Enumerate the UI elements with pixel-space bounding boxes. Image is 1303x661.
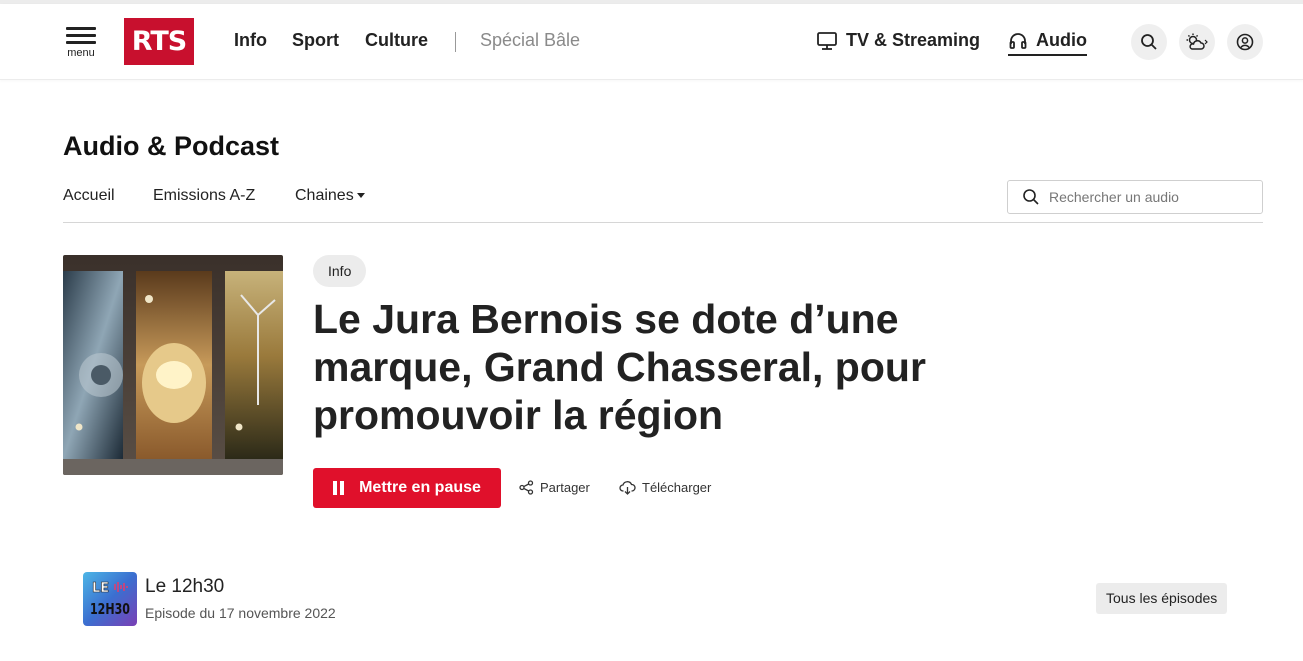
nav-tv-label: TV & Streaming [846,30,981,50]
episode-date: Episode du 17 novembre 2022 [145,605,336,621]
nav-audio-label: Audio [1036,30,1087,50]
nav-sport[interactable]: Sport [292,30,339,51]
section-title: Audio & Podcast [63,131,280,161]
section-divider [63,222,1263,223]
share-button[interactable]: Partager [519,480,590,495]
subnav-emissions[interactable]: Emissions A-Z [153,187,255,205]
episode-headline: Le Jura Bernois se dote d’une marque, Gr… [313,296,926,438]
nav-tv-streaming[interactable]: TV & Streaming [816,30,980,51]
download-label: Télécharger [642,480,712,495]
pause-icon [333,481,347,495]
caret-down-icon [356,193,365,199]
pause-label: Mettre en pause [359,479,481,496]
nav-info[interactable]: Info [234,30,267,51]
rts-logo[interactable]: RTS [124,18,194,65]
user-icon [1236,33,1254,51]
tv-icon [817,31,837,50]
show-logo[interactable]: LE 12H30 [83,572,137,626]
nav-audio[interactable]: Audio [1008,30,1087,56]
category-tag[interactable]: Info [313,255,367,287]
audio-search[interactable] [1007,180,1263,214]
all-episodes-button[interactable]: Tous les épisodes [1096,583,1228,614]
weather-button[interactable] [1179,24,1215,60]
subnav-chaines-label: Chaines [295,187,354,204]
search-icon [1141,34,1157,50]
share-icon [519,480,534,495]
nav-separator [455,32,456,52]
subnav-accueil[interactable]: Accueil [63,187,115,205]
audio-search-input[interactable] [1049,189,1249,205]
pause-button[interactable]: Mettre en pause [313,468,501,508]
site-header: menu RTS Info Sport Culture Spécial Bâle… [0,4,1303,80]
nav-special-bale[interactable]: Spécial Bâle [480,30,580,51]
episode-image [63,255,283,475]
subnav-chaines[interactable]: Chaines [295,187,365,205]
download-button[interactable]: Télécharger [619,480,711,495]
nav-culture[interactable]: Culture [365,30,428,51]
headphones-icon [1009,32,1027,49]
account-button[interactable] [1227,24,1263,60]
weather-icon [1186,33,1208,50]
show-name[interactable]: Le 12h30 [145,576,224,598]
show-logo-top: LE [92,581,109,596]
show-logo-bottom: 12H30 [90,600,130,618]
search-button[interactable] [1131,24,1167,60]
search-icon [1023,189,1039,205]
hamburger-icon [66,27,96,30]
cloud-download-icon [619,481,636,495]
hamburger-icon-bar [66,41,96,44]
menu-button[interactable]: menu [64,24,98,60]
menu-label: menu [67,47,95,59]
hamburger-icon-bar [66,34,96,37]
share-label: Partager [540,480,590,495]
